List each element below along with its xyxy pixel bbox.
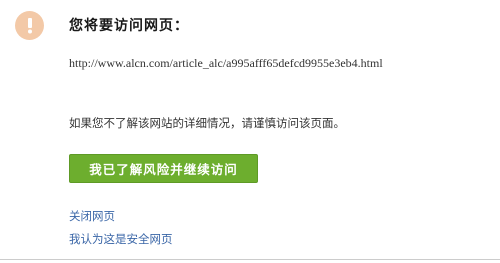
bottom-divider <box>0 259 500 260</box>
exclamation-icon <box>27 17 32 33</box>
close-page-link[interactable]: 关闭网页 <box>69 208 115 224</box>
warning-badge <box>15 11 44 40</box>
continue-visit-button[interactable]: 我已了解风险并继续访问 <box>69 154 258 183</box>
mark-safe-link[interactable]: 我认为这是安全网页 <box>69 231 173 247</box>
page-title: 您将要访问网页： <box>69 18 189 34</box>
target-url: http://www.alcn.com/article_alc/a995afff… <box>69 56 383 70</box>
warning-notice: 如果您不了解该网站的详细情况，请谨慎访问该页面。 <box>69 116 345 130</box>
